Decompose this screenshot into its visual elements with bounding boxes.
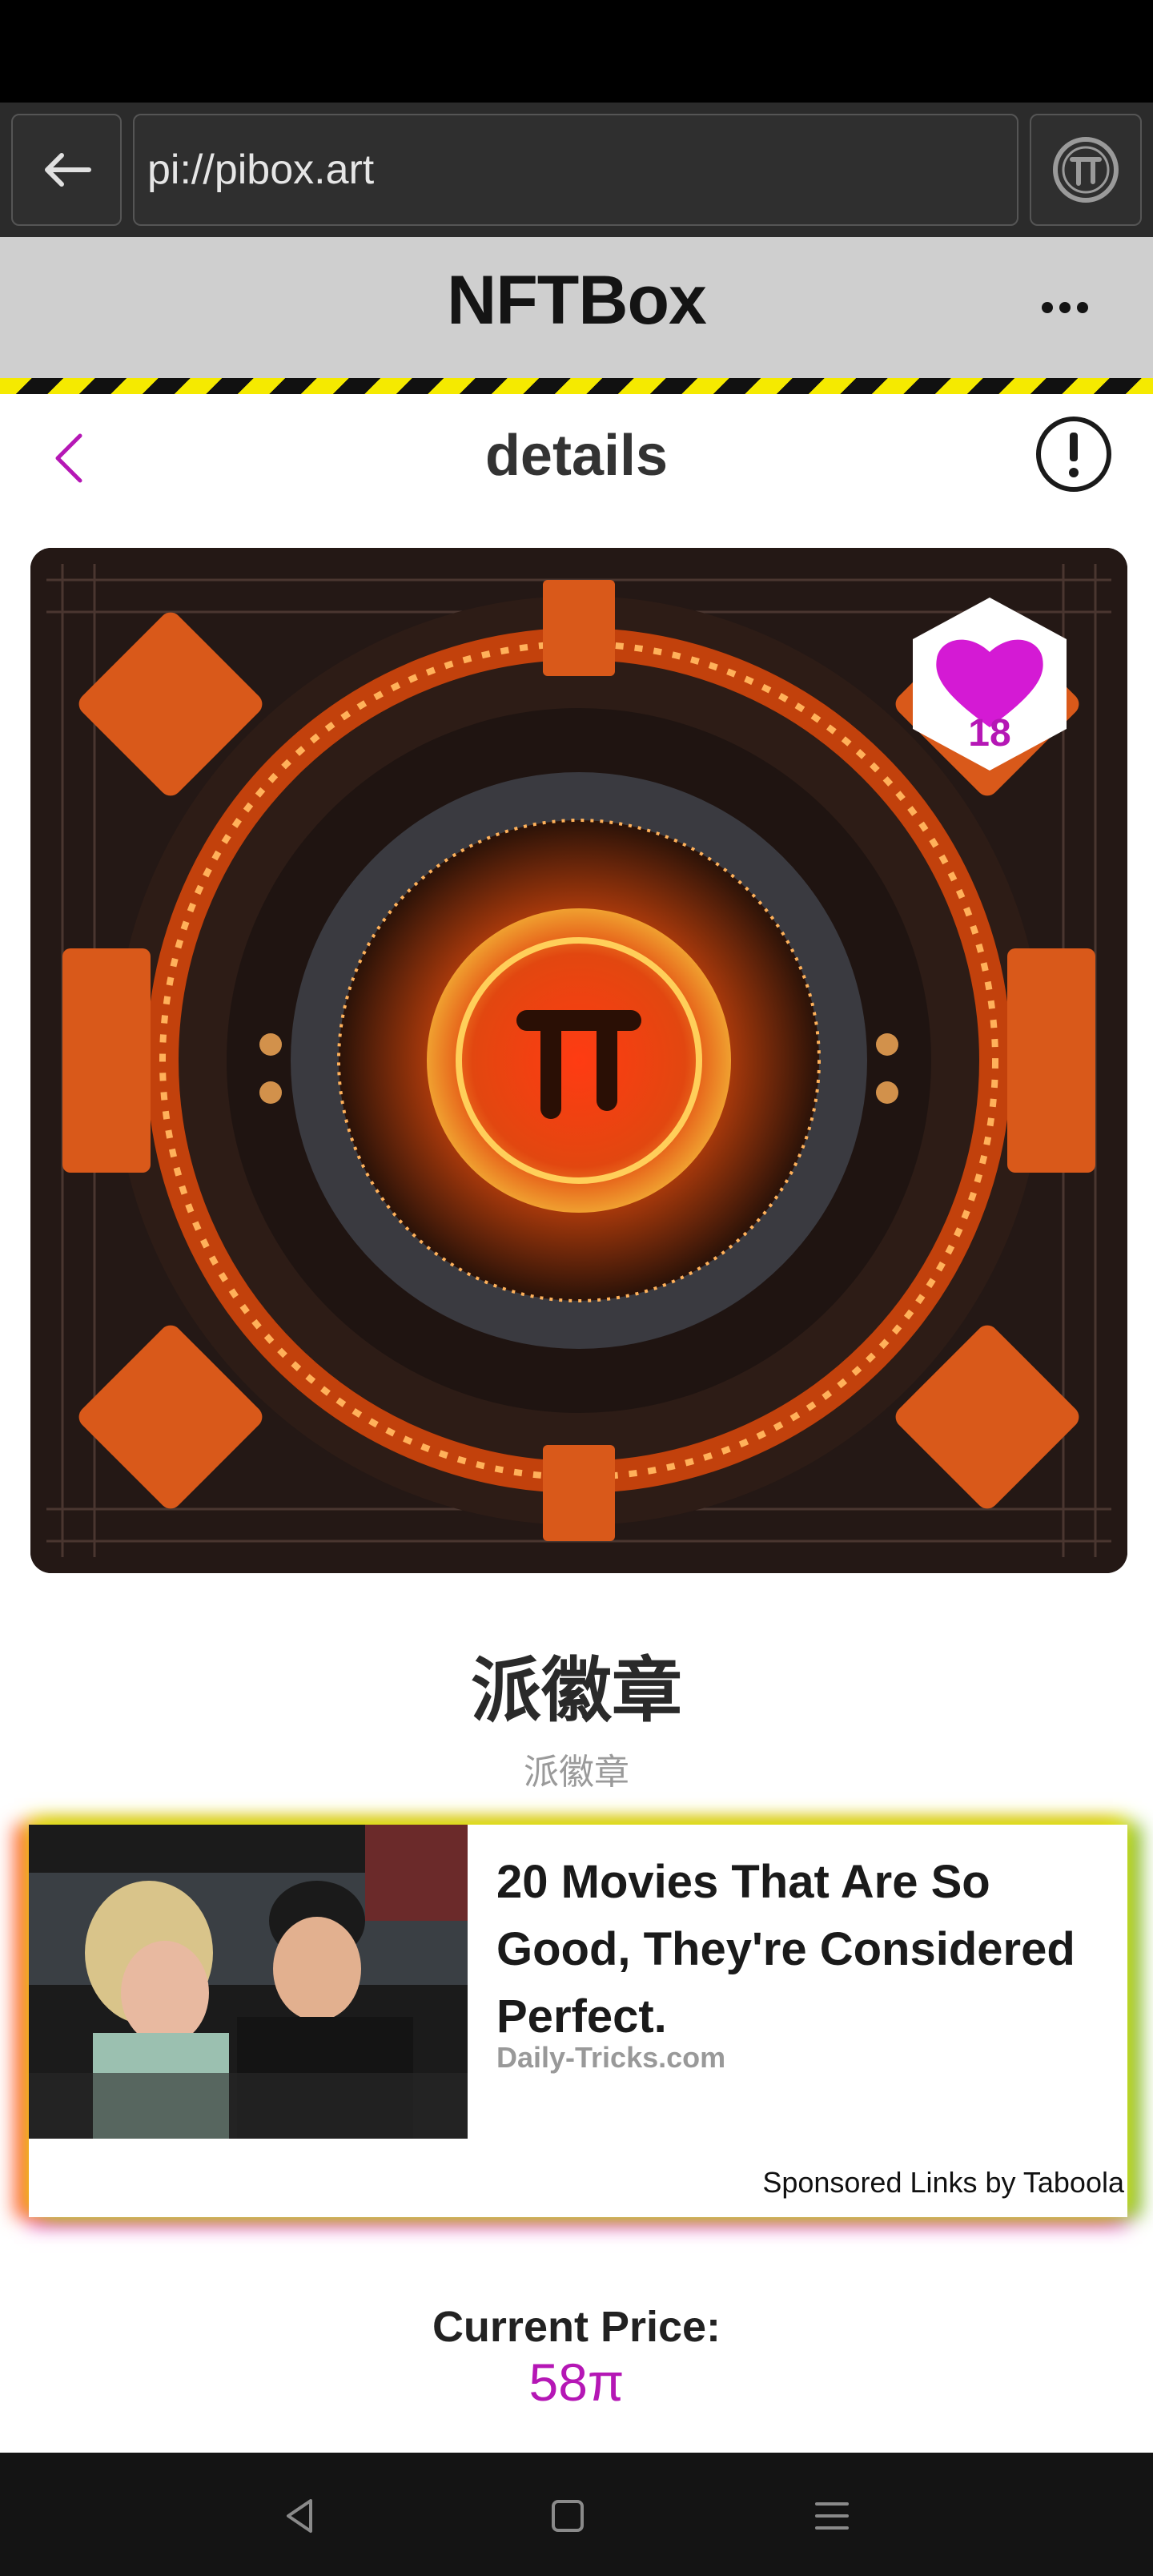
nav-back-icon (287, 2499, 312, 2533)
nav-home-icon (552, 2500, 584, 2532)
nft-subname: 派徽章 (524, 1752, 629, 1793)
nav-menu-button[interactable] (804, 2488, 860, 2544)
url-text: pi://pibox.art (147, 147, 375, 193)
hazard-stripe-divider (0, 378, 1153, 394)
like-count: 18 (968, 712, 1011, 755)
status-bar (0, 0, 1153, 103)
browser-toolbar: pi://pibox.art (0, 103, 1153, 237)
app-title: NFTBox (447, 262, 707, 339)
price-value: 58π (528, 2353, 625, 2412)
pi-logo-icon (1053, 137, 1119, 203)
nav-menu-icon (815, 2502, 849, 2530)
ad-headline[interactable]: 20 Movies That Are So Good, They're Cons… (496, 1849, 1105, 2051)
more-dots-icon[interactable] (1033, 284, 1097, 332)
browser-back-button[interactable] (11, 114, 122, 226)
ad-image[interactable] (29, 1825, 468, 2139)
pi-browser-button[interactable] (1030, 114, 1142, 226)
system-nav-bar (0, 2453, 1153, 2576)
ad-source: Daily-Tricks.com (496, 2041, 726, 2074)
nav-home-button[interactable] (540, 2488, 596, 2544)
sponsored-ad[interactable]: 20 Movies That Are So Good, They're Cons… (29, 1825, 1127, 2217)
app-header: NFTBox (0, 237, 1153, 378)
page-title: details (484, 424, 669, 488)
ad-sponsor-label[interactable]: Sponsored Links by Taboola (762, 2166, 1124, 2200)
url-field[interactable]: pi://pibox.art (133, 114, 1018, 226)
nft-name: 派徽章 (470, 1649, 682, 1732)
info-icon[interactable] (1034, 415, 1113, 493)
details-bar: details (0, 394, 1153, 519)
back-arrow-icon (45, 153, 91, 187)
price-label: Current Price: (432, 2303, 721, 2351)
nav-back-button[interactable] (272, 2488, 328, 2544)
